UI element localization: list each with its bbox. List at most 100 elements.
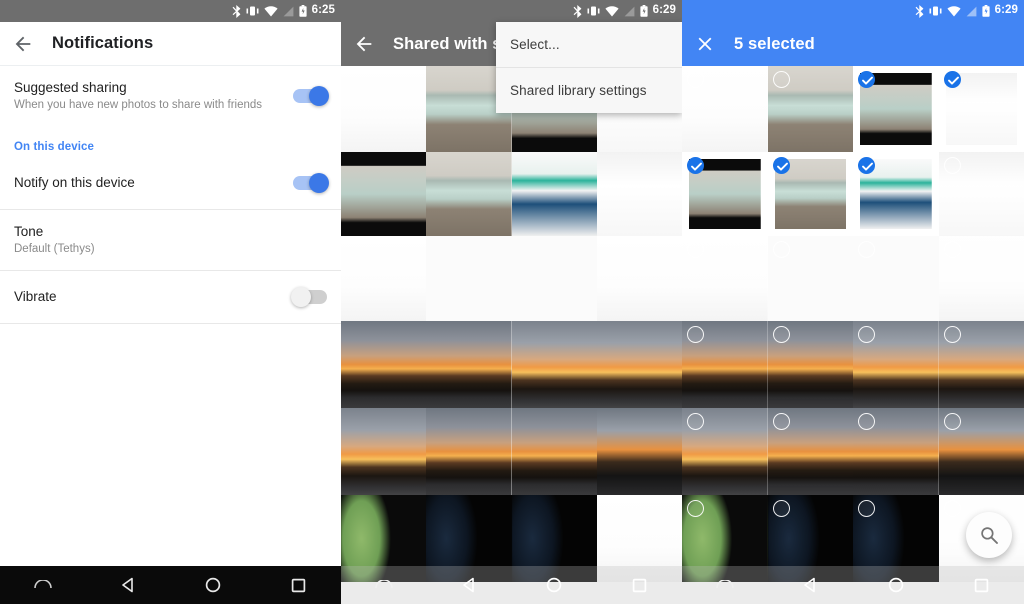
photo-tile[interactable] (938, 152, 1024, 236)
unselected-circle-icon[interactable] (772, 413, 790, 430)
photo-tile[interactable] (511, 236, 597, 321)
photo-tile[interactable] (341, 321, 427, 408)
checkmark-icon[interactable] (858, 157, 875, 174)
wifi-icon (946, 5, 961, 17)
wifi-icon (604, 5, 619, 17)
recents-square-icon[interactable] (953, 566, 1009, 604)
photo-tile[interactable] (341, 236, 427, 321)
photo-tile[interactable] (341, 152, 427, 236)
arc-icon[interactable] (356, 566, 412, 604)
photo-tile[interactable] (853, 408, 939, 495)
back-arrow-icon[interactable] (353, 33, 375, 55)
photo-grid-row (682, 321, 1024, 408)
setting-row-suggested-sharing[interactable]: Suggested sharing When you have new phot… (0, 66, 341, 127)
back-arrow-icon[interactable] (12, 33, 34, 55)
photo-tile[interactable] (853, 152, 939, 236)
photo-tile[interactable] (426, 321, 512, 408)
photo-tile[interactable] (767, 321, 853, 408)
unselected-circle-icon[interactable] (687, 413, 704, 430)
photo-tile[interactable] (767, 152, 853, 236)
photo-thumbnail (341, 152, 427, 236)
back-triangle-icon[interactable] (100, 566, 156, 604)
back-triangle-icon[interactable] (441, 566, 497, 604)
home-circle-icon[interactable] (185, 566, 241, 604)
home-circle-icon[interactable] (526, 566, 582, 604)
recents-square-icon[interactable] (611, 566, 667, 604)
photo-tile[interactable] (511, 408, 597, 495)
checkmark-icon[interactable] (858, 71, 875, 88)
navigation-bar (341, 566, 682, 604)
page-title: Notifications (52, 34, 154, 52)
photo-tile[interactable] (596, 152, 682, 236)
photo-tile[interactable] (767, 408, 853, 495)
photo-tile[interactable] (426, 408, 512, 495)
unselected-circle-icon[interactable] (943, 413, 961, 430)
unselected-circle-icon[interactable] (943, 500, 961, 517)
toggle-vibrate[interactable] (291, 287, 327, 308)
status-bar-time: 6:25 (311, 4, 335, 17)
unselected-circle-icon[interactable] (687, 71, 704, 88)
search-fab[interactable] (966, 512, 1012, 558)
checkmark-icon[interactable] (687, 157, 704, 174)
unselected-circle-icon[interactable] (858, 326, 875, 343)
close-icon[interactable] (694, 33, 716, 55)
photo-tile[interactable] (596, 408, 682, 495)
back-triangle-icon[interactable] (782, 566, 838, 604)
photo-tile[interactable] (682, 236, 768, 321)
photo-tile[interactable] (426, 152, 512, 236)
unselected-circle-icon[interactable] (687, 326, 704, 343)
photo-tile[interactable] (682, 321, 768, 408)
setting-row-tone[interactable]: Tone Default (Tethys) (0, 210, 341, 271)
photo-tile[interactable] (938, 408, 1024, 495)
toggle-notify-on-this-device[interactable] (293, 172, 329, 193)
toggle-suggested-sharing[interactable] (293, 86, 329, 107)
photo-tile[interactable] (767, 66, 853, 152)
unselected-circle-icon[interactable] (858, 413, 875, 430)
photo-tile[interactable] (682, 66, 768, 152)
unselected-circle-icon[interactable] (943, 326, 961, 343)
unselected-circle-icon[interactable] (772, 241, 790, 258)
navigation-bar (0, 566, 341, 604)
photo-tile[interactable] (341, 66, 427, 152)
photo-tile[interactable] (511, 152, 597, 236)
photo-tile[interactable] (426, 236, 512, 321)
photo-tile[interactable] (853, 66, 939, 152)
navigation-bar (682, 566, 1024, 604)
unselected-circle-icon[interactable] (943, 157, 961, 174)
checkmark-icon[interactable] (772, 157, 790, 174)
photo-tile[interactable] (938, 236, 1024, 321)
unselected-circle-icon[interactable] (858, 500, 875, 517)
unselected-circle-icon[interactable] (687, 500, 704, 517)
unselected-circle-icon[interactable] (772, 326, 790, 343)
photo-tile[interactable] (938, 321, 1024, 408)
menu-item-shared-library-settings[interactable]: Shared library settings (496, 68, 682, 113)
photo-tile[interactable] (767, 236, 853, 321)
photo-tile[interactable] (938, 66, 1024, 152)
photo-tile[interactable] (596, 321, 682, 408)
selection-app-bar: 5 selected (682, 22, 1024, 66)
photo-thumbnail (596, 321, 682, 408)
photo-tile[interactable] (682, 408, 768, 495)
photo-tile[interactable] (596, 236, 682, 321)
signal-icon (283, 6, 293, 16)
home-circle-icon[interactable] (868, 566, 924, 604)
photo-tile[interactable] (853, 321, 939, 408)
unselected-circle-icon[interactable] (943, 241, 961, 258)
unselected-circle-icon[interactable] (858, 241, 875, 258)
photo-tile[interactable] (511, 321, 597, 408)
recents-square-icon[interactable] (270, 566, 326, 604)
setting-row-vibrate[interactable]: Vibrate (0, 271, 341, 323)
photo-tile[interactable] (682, 152, 768, 236)
unselected-circle-icon[interactable] (772, 71, 790, 88)
unselected-circle-icon[interactable] (687, 241, 704, 258)
menu-item-select[interactable]: Select... (496, 22, 682, 67)
photo-tile[interactable] (341, 408, 427, 495)
signal-icon (966, 6, 976, 16)
arc-icon[interactable] (697, 566, 753, 604)
status-bar-time: 6:29 (652, 4, 676, 17)
checkmark-icon[interactable] (943, 71, 961, 88)
setting-row-notify-on-this-device[interactable]: Notify on this device (0, 157, 341, 209)
unselected-circle-icon[interactable] (772, 500, 790, 517)
arc-icon[interactable] (15, 566, 71, 604)
photo-tile[interactable] (853, 236, 939, 321)
